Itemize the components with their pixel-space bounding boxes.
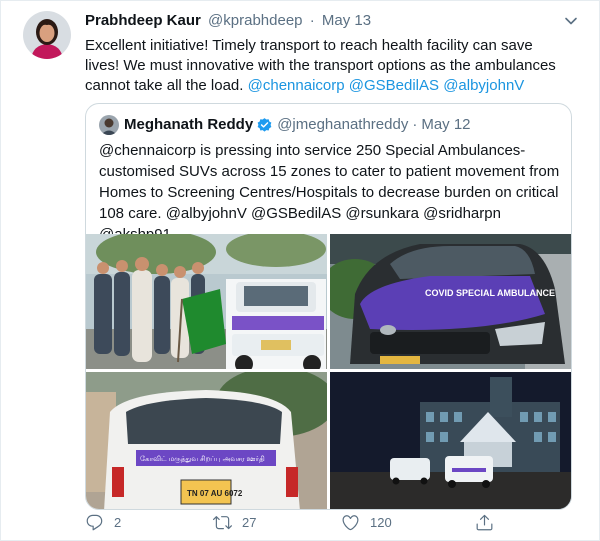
quoted-tweet-date[interactable]: May 12 [421,115,470,135]
quoted-tweet-header: Meghanath Reddy @jmeghanathreddy · May 1… [99,115,471,135]
media-photo-suv-front[interactable]: COVID SPECIAL AMBULANCE [330,234,571,369]
separator-dot: · [412,116,418,133]
retweet-count: 27 [242,515,257,530]
separator-dot: · [309,12,315,29]
tweet-header: Prabhdeep Kaur @kprabhdeep · May 13 [85,11,371,31]
rear-banner-text: கோவிட் மருத்துவ சிறப்பு அவசர ஊர்தி [140,456,265,463]
share-icon [476,514,493,531]
media-photo-flag-off[interactable] [86,234,327,369]
quoted-tweet-text: @chennaicorp is pressing into service 25… [99,142,560,243]
author-name[interactable]: Prabhdeep Kaur [85,12,201,29]
caret-down-icon[interactable] [563,13,579,29]
tweet-card[interactable]: Prabhdeep Kaur @kprabhdeep · May 13 Exce… [0,0,600,541]
verified-icon [257,117,272,132]
like-count: 120 [370,515,392,530]
quoted-tweet[interactable]: Meghanath Reddy @jmeghanathreddy · May 1… [85,103,572,510]
media-photo-van-rear[interactable]: கோவிட் மருத்துவ சிறப்பு அவசர ஊர்தி TN 07… [86,372,327,509]
reply-count: 2 [114,515,122,530]
media-photo-night[interactable] [330,372,571,509]
reply-icon [86,514,103,531]
author-handle[interactable]: @kprabhdeep [208,12,302,29]
van-banner-text: COVID SPECIAL AMBULANCE [425,288,555,298]
retweet-icon [213,516,232,530]
reply-button[interactable]: 2 [85,513,121,532]
tweet-text: Excellent initiative! Timely transport t… [85,36,567,96]
retweet-button[interactable]: 27 [213,513,256,532]
tweet-actions: 2 27 120 [85,513,515,537]
mention-link[interactable]: @chennaicorp [248,77,345,94]
author-avatar[interactable] [23,11,71,59]
quoted-author-avatar[interactable] [99,115,119,135]
tweet-date[interactable]: May 13 [322,12,371,29]
like-icon [342,515,359,531]
quoted-author-handle[interactable]: @jmeghanathreddy [277,115,408,135]
share-button[interactable] [475,513,504,532]
like-button[interactable]: 120 [341,513,392,532]
media-grid: COVID SPECIAL AMBULANCE கோவிட் மருத்துவ … [86,234,571,509]
license-plate: TN 07 AU 6072 [187,489,243,498]
mention-link[interactable]: @albyjohnV [443,77,524,94]
quoted-author-name[interactable]: Meghanath Reddy [124,115,253,135]
mention-link[interactable]: @GSBedilAS [349,77,439,94]
